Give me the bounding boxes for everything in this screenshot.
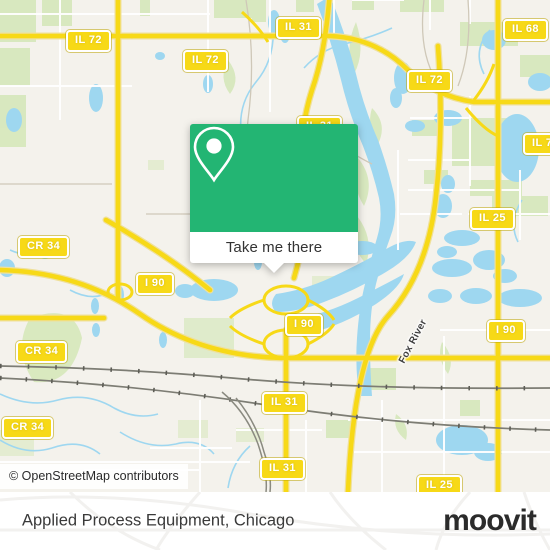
road-shield-il-25: IL 25 — [470, 208, 515, 230]
take-me-there-popup[interactable]: Take me there — [190, 124, 358, 273]
road-shield-cr-34: CR 34 — [16, 341, 68, 363]
place-title: Applied Process Equipment, Chicago — [22, 511, 295, 530]
road-shield-i-90: I 90 — [487, 320, 525, 342]
take-me-there-label: Take me there — [225, 239, 323, 256]
road-shield-il-72: IL 72 — [407, 70, 452, 92]
popup-tail — [264, 263, 284, 273]
moovit-logo[interactable]: moovit — [443, 504, 537, 537]
road-shield-il-72: IL 72 — [523, 133, 550, 155]
popup-action-bar[interactable]: Take me there — [190, 232, 358, 273]
road-shield-il-25: IL 25 — [417, 475, 462, 492]
road-shield-cr-34: CR 34 — [2, 417, 54, 439]
road-shield-il-31: IL 31 — [260, 458, 305, 480]
road-shield-il-31: IL 31 — [276, 17, 321, 39]
road-shield-il-68: IL 68 — [503, 19, 548, 41]
road-shield-il-31: IL 31 — [262, 392, 307, 414]
footer-bar: Applied Process Equipment, Chicago moovi… — [0, 492, 550, 550]
popup-icon-area — [190, 124, 358, 232]
road-shield-i-90: I 90 — [285, 314, 323, 336]
road-shield-i-90: I 90 — [136, 273, 174, 295]
osm-attribution[interactable]: © OpenStreetMap contributors — [0, 464, 188, 489]
moovit-wordmark: moovit — [443, 504, 537, 537]
road-shield-il-72: IL 72 — [183, 50, 228, 72]
road-shield-cr-34: CR 34 — [18, 236, 70, 258]
screenshot-root: IL 72 IL 31 IL 68 IL 72 IL 72 IL 31 IL 72 IL 25… — [0, 0, 550, 550]
road-shield-il-72: IL 72 — [66, 30, 111, 52]
map-pin-icon — [193, 126, 235, 183]
map-canvas[interactable]: IL 72 IL 31 IL 68 IL 72 IL 72 IL 31 IL 72 IL 25… — [0, 0, 550, 492]
